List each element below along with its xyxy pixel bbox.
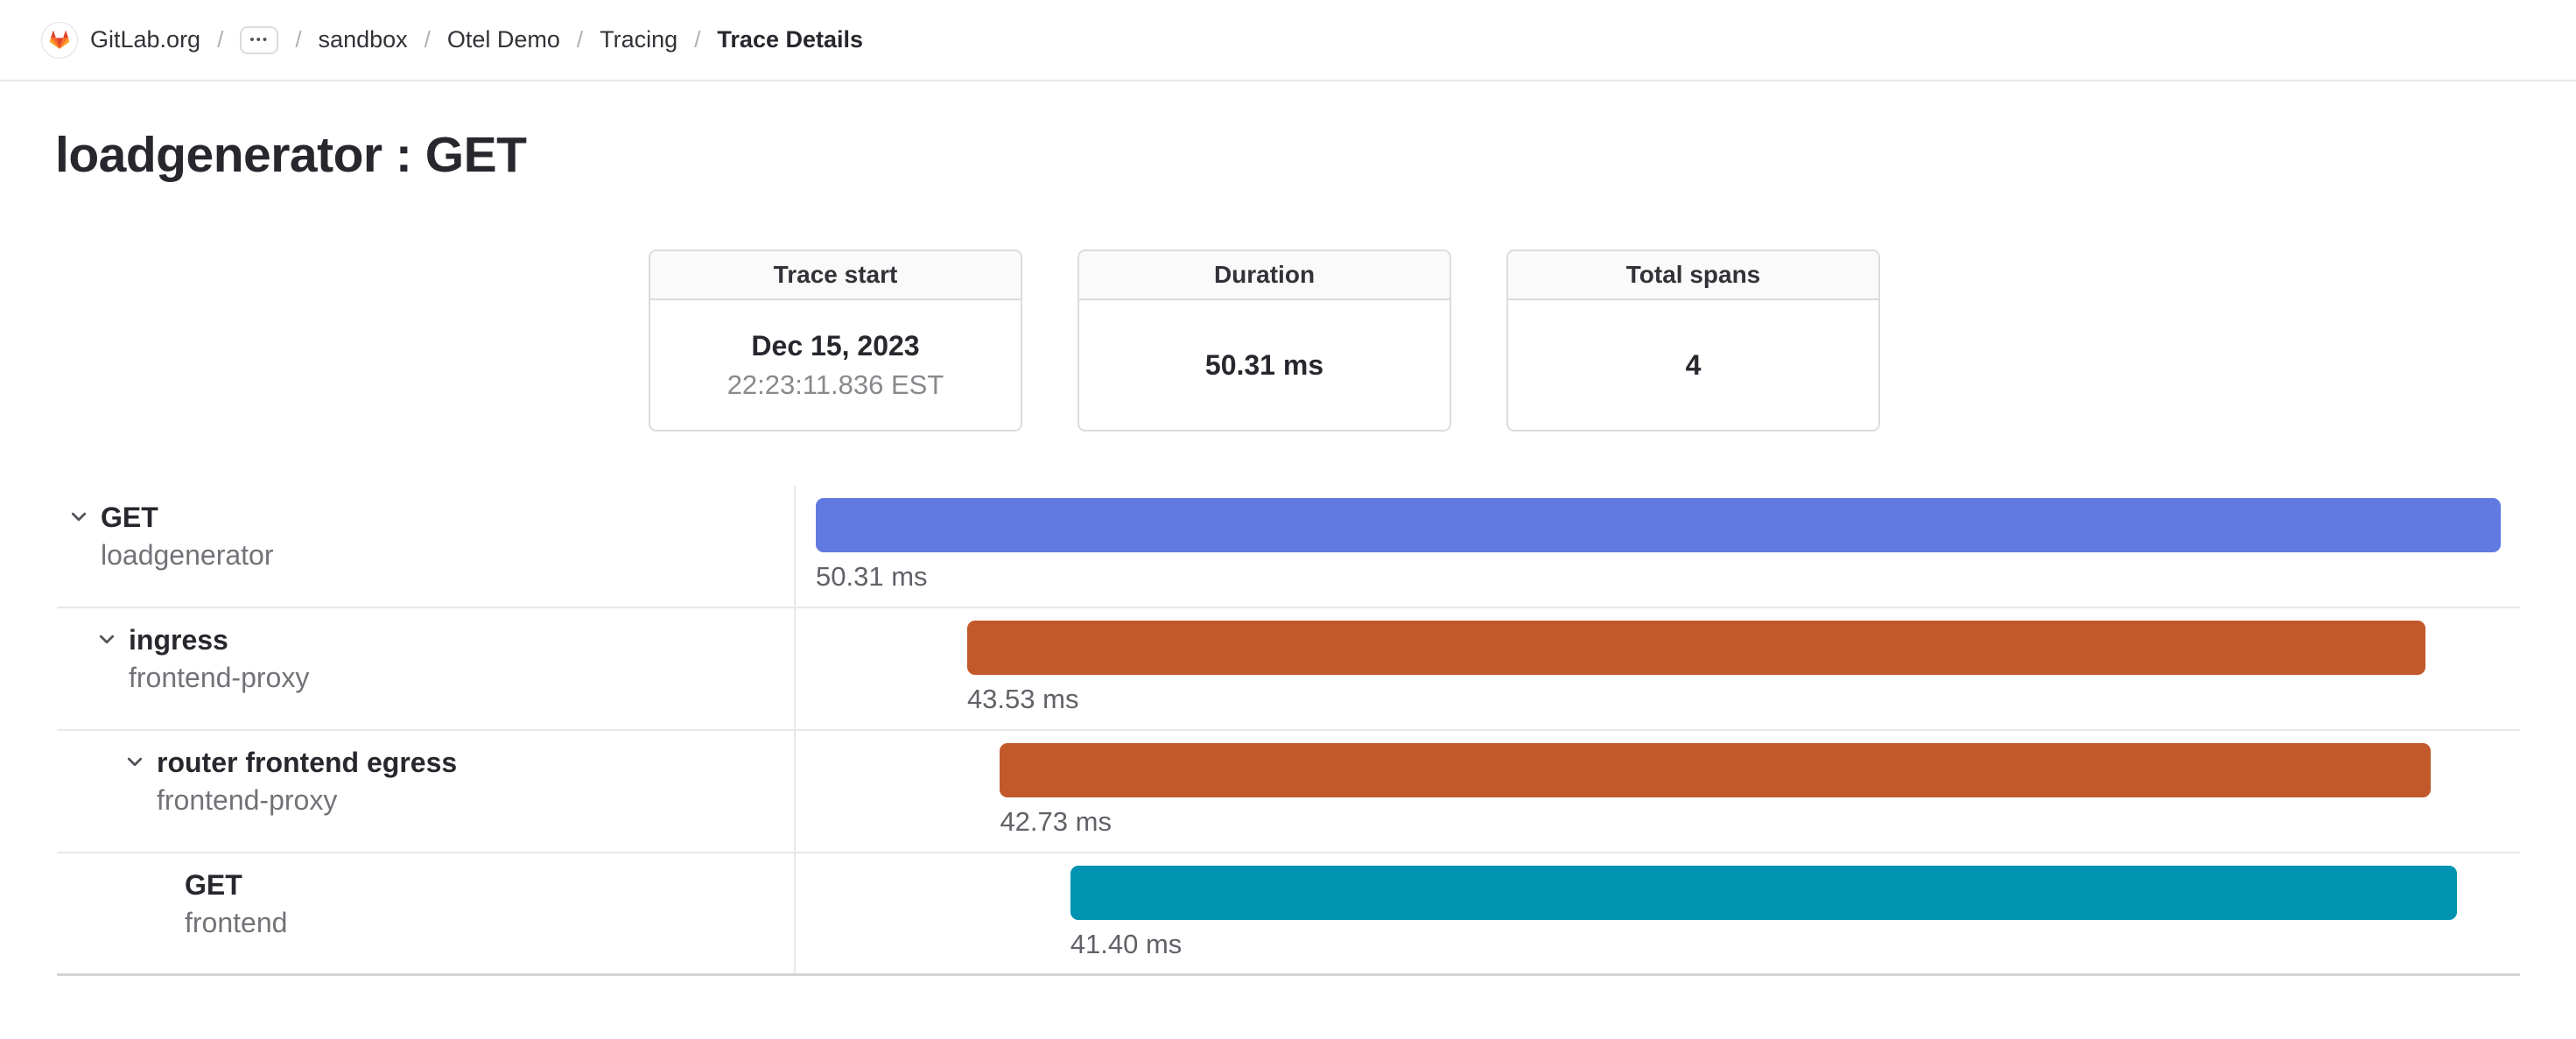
card-title: Duration [1079, 251, 1449, 300]
span-row: GET frontend 41.40 ms [57, 853, 2520, 976]
page-title: loadgenerator : GET [55, 127, 2576, 183]
breadcrumb-item-sandbox[interactable]: sandbox [319, 26, 408, 53]
span-timeline-cell: 43.53 ms [794, 608, 2520, 729]
trace-start-time: 22:23:11.836 EST [727, 369, 944, 401]
breadcrumb: GitLab.org / ••• / sandbox / Otel Demo /… [41, 22, 863, 59]
span-waterfall: GET loadgenerator 50.31 ms ingress front… [57, 486, 2520, 976]
span-timeline-cell: 50.31 ms [794, 486, 2520, 607]
span-duration-label: 50.31 ms [816, 561, 928, 593]
span-label-cell: router frontend egress frontend-proxy [57, 731, 794, 852]
span-duration-label: 43.53 ms [967, 684, 1079, 715]
breadcrumb-bar: GitLab.org / ••• / sandbox / Otel Demo /… [0, 0, 2576, 81]
breadcrumb-ellipsis-button[interactable]: ••• [240, 26, 278, 54]
span-row: ingress frontend-proxy 43.53 ms [57, 608, 2520, 731]
span-service: frontend [185, 905, 287, 940]
trace-start-date: Dec 15, 2023 [751, 330, 919, 362]
breadcrumb-item-project[interactable]: Otel Demo [447, 26, 560, 53]
span-timeline-cell: 41.40 ms [794, 853, 2520, 973]
span-label-cell: GET loadgenerator [57, 486, 794, 607]
span-row: router frontend egress frontend-proxy 42… [57, 731, 2520, 853]
card-title: Trace start [650, 251, 1021, 300]
breadcrumb-separator: / [217, 26, 223, 53]
duration-value: 50.31 ms [1205, 349, 1323, 382]
span-label-cell: GET frontend [57, 853, 794, 973]
gitlab-logo-icon[interactable] [41, 22, 78, 59]
span-row: GET loadgenerator 50.31 ms [57, 486, 2520, 608]
span-operation: ingress [129, 622, 309, 657]
breadcrumb-separator: / [577, 26, 583, 53]
chevron-down-icon[interactable] [68, 500, 101, 530]
span-service: frontend-proxy [129, 660, 309, 695]
total-spans-value: 4 [1686, 349, 1702, 382]
breadcrumb-separator: / [694, 26, 700, 53]
tanuki-icon [47, 28, 72, 52]
trace-details-page: loadgenerator : GET Trace start Dec 15, … [0, 127, 2576, 976]
breadcrumb-item-tracing[interactable]: Tracing [600, 26, 677, 53]
span-label-cell: ingress frontend-proxy [57, 608, 794, 729]
chevron-down-icon[interactable] [96, 622, 129, 652]
span-service: frontend-proxy [157, 783, 457, 818]
span-timeline-cell: 42.73 ms [794, 731, 2520, 852]
breadcrumb-separator: / [425, 26, 431, 53]
span-duration-bar[interactable] [967, 621, 2425, 675]
card-title: Total spans [1508, 251, 1878, 300]
breadcrumb-item-current: Trace Details [717, 26, 863, 53]
breadcrumb-item-group[interactable]: GitLab.org [90, 26, 200, 53]
summary-cards: Trace start Dec 15, 2023 22:23:11.836 ES… [649, 249, 2576, 432]
span-duration-bar[interactable] [1000, 743, 2431, 797]
span-duration-bar[interactable] [1070, 866, 2457, 920]
span-operation: GET [101, 500, 273, 535]
span-operation: router frontend egress [157, 745, 457, 780]
span-duration-label: 42.73 ms [1000, 806, 1112, 838]
chevron-down-icon[interactable] [124, 745, 157, 775]
breadcrumb-separator: / [295, 26, 301, 53]
span-service: loadgenerator [101, 537, 273, 572]
span-duration-label: 41.40 ms [1070, 929, 1183, 960]
trace-start-card: Trace start Dec 15, 2023 22:23:11.836 ES… [649, 249, 1022, 432]
duration-card: Duration 50.31 ms [1077, 249, 1451, 432]
span-duration-bar[interactable] [816, 498, 2501, 552]
span-operation: GET [185, 867, 287, 902]
total-spans-card: Total spans 4 [1506, 249, 1880, 432]
